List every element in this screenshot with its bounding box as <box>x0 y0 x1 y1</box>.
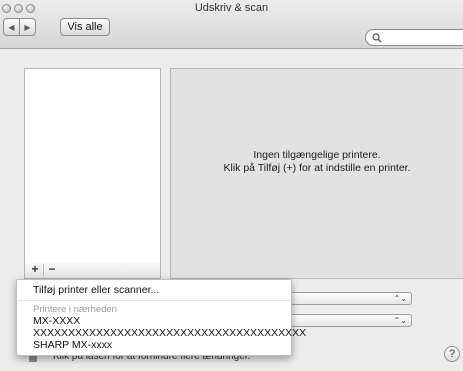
search-input[interactable] <box>365 29 463 46</box>
default-paper-popup[interactable]: ⌃⌄ <box>290 314 412 327</box>
menu-item-add-printer-or-scanner[interactable]: Tilføj printer eller scanner... <box>33 284 159 296</box>
popup-arrows-icon: ⌃⌄ <box>393 294 407 303</box>
title-bar: Udskriv & scan ◀ ▶ Vis alle <box>0 0 463 49</box>
remove-printer-button[interactable]: − <box>44 262 60 278</box>
add-printer-button[interactable]: + <box>27 262 43 278</box>
popup-arrows-icon: ⌃⌄ <box>393 316 407 325</box>
menu-section-nearby-printers: Printere i nærheden <box>33 304 117 315</box>
empty-message-line2: Klik på Tilføj (+) for at indstille en p… <box>223 162 411 174</box>
menu-item-printer[interactable]: MX-XXXX <box>33 315 80 327</box>
printer-list[interactable] <box>24 68 161 263</box>
help-button[interactable]: ? <box>444 346 460 362</box>
menu-item-printer[interactable]: XXXXXXXXXXXXXXXXXXXXXXXXXXXXXXXXXXXXXXX <box>33 327 306 339</box>
add-printer-menu: Tilføj printer eller scanner... Printere… <box>16 279 306 356</box>
search-icon <box>372 33 382 43</box>
menu-item-printer[interactable]: SHARP MX-xxxx <box>33 339 112 351</box>
forward-button[interactable]: ▶ <box>19 18 36 36</box>
empty-message-line1: Ingen tilgængelige printere. <box>253 149 381 161</box>
menu-separator <box>18 300 290 301</box>
window-title: Udskriv & scan <box>194 2 269 14</box>
show-all-button[interactable]: Vis alle <box>60 18 110 36</box>
printer-detail-pane: Ingen tilgængelige printere. Klik på Til… <box>170 68 463 279</box>
empty-message: Ingen tilgængelige printere. Klik på Til… <box>171 149 463 175</box>
back-button[interactable]: ◀ <box>3 18 20 36</box>
list-controls: + − <box>24 262 161 279</box>
default-printer-popup[interactable]: ⌃⌄ <box>290 292 412 305</box>
